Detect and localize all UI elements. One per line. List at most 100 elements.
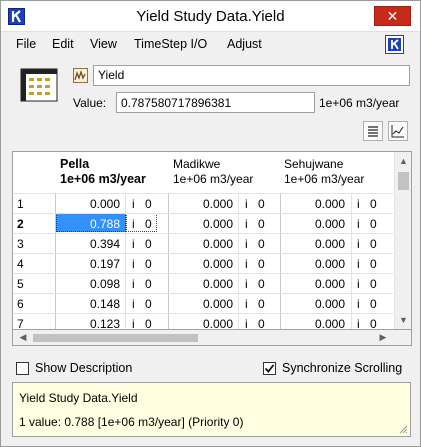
table-row[interactable]: 1 0.000 i 0 0.000 i 0 0.000 i 0 [13, 193, 393, 214]
cell-value[interactable]: 0.123 [56, 317, 120, 329]
cell-priority[interactable]: 0 [370, 237, 377, 251]
cell-flag[interactable]: i [357, 297, 360, 311]
cell-priority[interactable]: 0 [370, 217, 377, 231]
cell-value[interactable]: 0.000 [169, 237, 233, 251]
table-row[interactable]: 5 0.098 i 0 0.000 i 0 0.000 i 0 [13, 273, 393, 294]
row-number[interactable]: 5 [17, 277, 24, 291]
row-number[interactable]: 2 [17, 217, 24, 231]
cell-priority[interactable]: 0 [145, 317, 152, 329]
cell-value[interactable]: 0.000 [281, 277, 345, 291]
cell-flag[interactable]: i [357, 317, 360, 329]
cell-flag[interactable]: i [245, 197, 248, 211]
graph-view-button[interactable] [388, 121, 408, 141]
horizontal-scrollbar[interactable]: ◀ ▶ [12, 330, 412, 346]
synchronize-scrolling-label[interactable]: Synchronize Scrolling [282, 361, 402, 375]
cell-value[interactable]: 0.098 [56, 277, 120, 291]
scroll-down-icon[interactable]: ▼ [395, 313, 411, 327]
cell-value[interactable]: 0.000 [281, 197, 345, 211]
cell-value[interactable]: 0.000 [56, 197, 120, 211]
scroll-right-icon[interactable]: ▶ [375, 330, 391, 345]
cell-flag[interactable]: i [357, 257, 360, 271]
row-number[interactable]: 3 [17, 237, 24, 251]
cell-priority[interactable]: 0 [145, 237, 152, 251]
cell-value[interactable]: 0.000 [281, 237, 345, 251]
table-row[interactable]: 3 0.394 i 0 0.000 i 0 0.000 i 0 [13, 233, 393, 254]
vertical-scrollbar[interactable]: ▲ ▼ [394, 152, 411, 329]
table-row[interactable]: 6 0.148 i 0 0.000 i 0 0.000 i 0 [13, 293, 393, 314]
cell-value[interactable]: 0.000 [169, 277, 233, 291]
cell-flag[interactable]: i [132, 237, 135, 251]
list-view-button[interactable] [363, 121, 383, 141]
cell-priority[interactable]: 0 [370, 197, 377, 211]
column-header-madikwe[interactable]: Madikwe 1e+06 m3/year [169, 152, 282, 193]
cell-flag[interactable]: i [132, 297, 135, 311]
cell-flag[interactable]: i [357, 197, 360, 211]
cell-flag[interactable]: i [357, 237, 360, 251]
row-number[interactable]: 4 [17, 257, 24, 271]
cell-priority[interactable]: 0 [145, 197, 152, 211]
column-header-pella[interactable]: Pella 1e+06 m3/year [56, 152, 169, 193]
menu-adjust[interactable]: Adjust [227, 37, 262, 51]
value-field[interactable]: 0.78758071789638​1 [116, 92, 315, 113]
riverware-help-icon[interactable] [385, 35, 404, 54]
cell-priority[interactable]: 0 [258, 317, 265, 329]
synchronize-scrolling-checkbox[interactable] [263, 362, 276, 375]
cell-priority[interactable]: 0 [258, 197, 265, 211]
column-header-sehujwane[interactable]: Sehujwane 1e+06 m3/year [280, 152, 393, 193]
cell-flag[interactable]: i [245, 297, 248, 311]
cell-flag[interactable]: i [132, 317, 135, 329]
cell-flag[interactable]: i [132, 277, 135, 291]
cell-flag[interactable]: i [132, 197, 135, 211]
cell-flag[interactable]: i [245, 317, 248, 329]
table-row[interactable]: 4 0.197 i 0 0.000 i 0 0.000 i 0 [13, 253, 393, 274]
cell-flag[interactable]: i [245, 277, 248, 291]
cell-value[interactable]: 0.788 [56, 217, 120, 231]
cell-value[interactable]: 0.000 [169, 197, 233, 211]
scroll-thumb[interactable] [398, 172, 409, 190]
cell-value[interactable]: 0.000 [281, 297, 345, 311]
cell-value[interactable]: 0.000 [281, 317, 345, 329]
row-number[interactable]: 7 [17, 317, 24, 329]
cell-value[interactable]: 0.000 [169, 317, 233, 329]
cell-priority[interactable]: 0 [145, 217, 152, 231]
cell-priority[interactable]: 0 [258, 217, 265, 231]
slot-name-field[interactable]: Yield [93, 65, 410, 86]
cell-flag[interactable]: i [245, 237, 248, 251]
cell-priority[interactable]: 0 [370, 277, 377, 291]
cell-flag[interactable]: i [245, 257, 248, 271]
close-button[interactable]: ✕ [374, 6, 411, 26]
cell-flag[interactable]: i [132, 257, 135, 271]
table-row[interactable]: 7 0.123 i 0 0.000 i 0 0.000 i 0 [13, 313, 393, 329]
cell-flag[interactable]: i [245, 217, 248, 231]
cell-priority[interactable]: 0 [258, 277, 265, 291]
cell-priority[interactable]: 0 [370, 257, 377, 271]
cell-priority[interactable]: 0 [258, 257, 265, 271]
cell-priority[interactable]: 0 [258, 297, 265, 311]
scroll-left-icon[interactable]: ◀ [15, 330, 31, 345]
scroll-thumb[interactable] [33, 334, 198, 342]
cell-value[interactable]: 0.000 [169, 297, 233, 311]
show-description-label[interactable]: Show Description [35, 361, 132, 375]
cell-value[interactable]: 0.000 [169, 257, 233, 271]
cell-value[interactable]: 0.000 [169, 217, 233, 231]
cell-flag[interactable]: i [357, 217, 360, 231]
scroll-up-icon[interactable]: ▲ [395, 154, 411, 168]
table-row[interactable]: 2 0.788 i 0 0.000 i 0 0.000 i 0 [13, 213, 393, 234]
cell-priority[interactable]: 0 [145, 297, 152, 311]
menu-file[interactable]: File [16, 37, 36, 51]
cell-value[interactable]: 0.000 [281, 257, 345, 271]
cell-flag[interactable]: i [357, 277, 360, 291]
cell-value[interactable]: 0.148 [56, 297, 120, 311]
cell-priority[interactable]: 0 [258, 237, 265, 251]
resize-grip-icon[interactable] [398, 424, 408, 434]
cell-priority[interactable]: 0 [370, 317, 377, 329]
cell-priority[interactable]: 0 [145, 257, 152, 271]
cell-value[interactable]: 0.394 [56, 237, 120, 251]
cell-priority[interactable]: 0 [370, 297, 377, 311]
menu-view[interactable]: View [90, 37, 117, 51]
cell-value[interactable]: 0.197 [56, 257, 120, 271]
menu-edit[interactable]: Edit [52, 37, 74, 51]
cell-priority[interactable]: 0 [145, 277, 152, 291]
row-number[interactable]: 1 [17, 197, 24, 211]
cell-flag[interactable]: i [132, 217, 135, 231]
